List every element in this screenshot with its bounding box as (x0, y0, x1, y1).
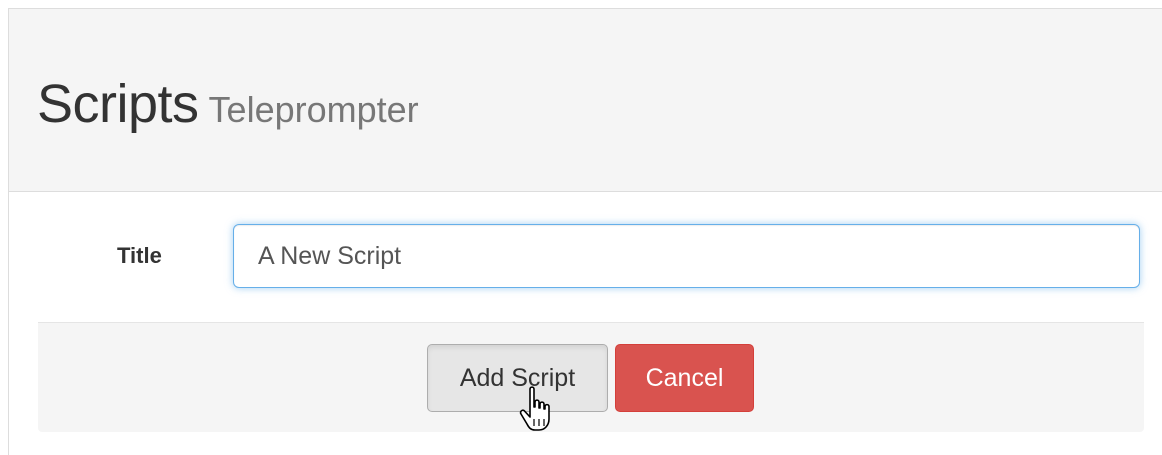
page-header: Scripts Teleprompter (9, 9, 1162, 192)
form-actions: Add Script Cancel (38, 322, 1144, 432)
title-input[interactable] (233, 224, 1140, 288)
title-label: Title (117, 243, 162, 268)
page: ScriptsTeleprompter Title Add Script Can… (0, 0, 1162, 455)
add-script-button[interactable]: Add Script (427, 344, 608, 412)
title-form-row: Title (9, 224, 1162, 292)
page-title: Scripts Teleprompter (37, 74, 419, 134)
page-subtitle: Teleprompter (208, 89, 419, 130)
page-title-text: Scripts (37, 74, 199, 134)
cancel-button[interactable]: Cancel (615, 344, 754, 412)
